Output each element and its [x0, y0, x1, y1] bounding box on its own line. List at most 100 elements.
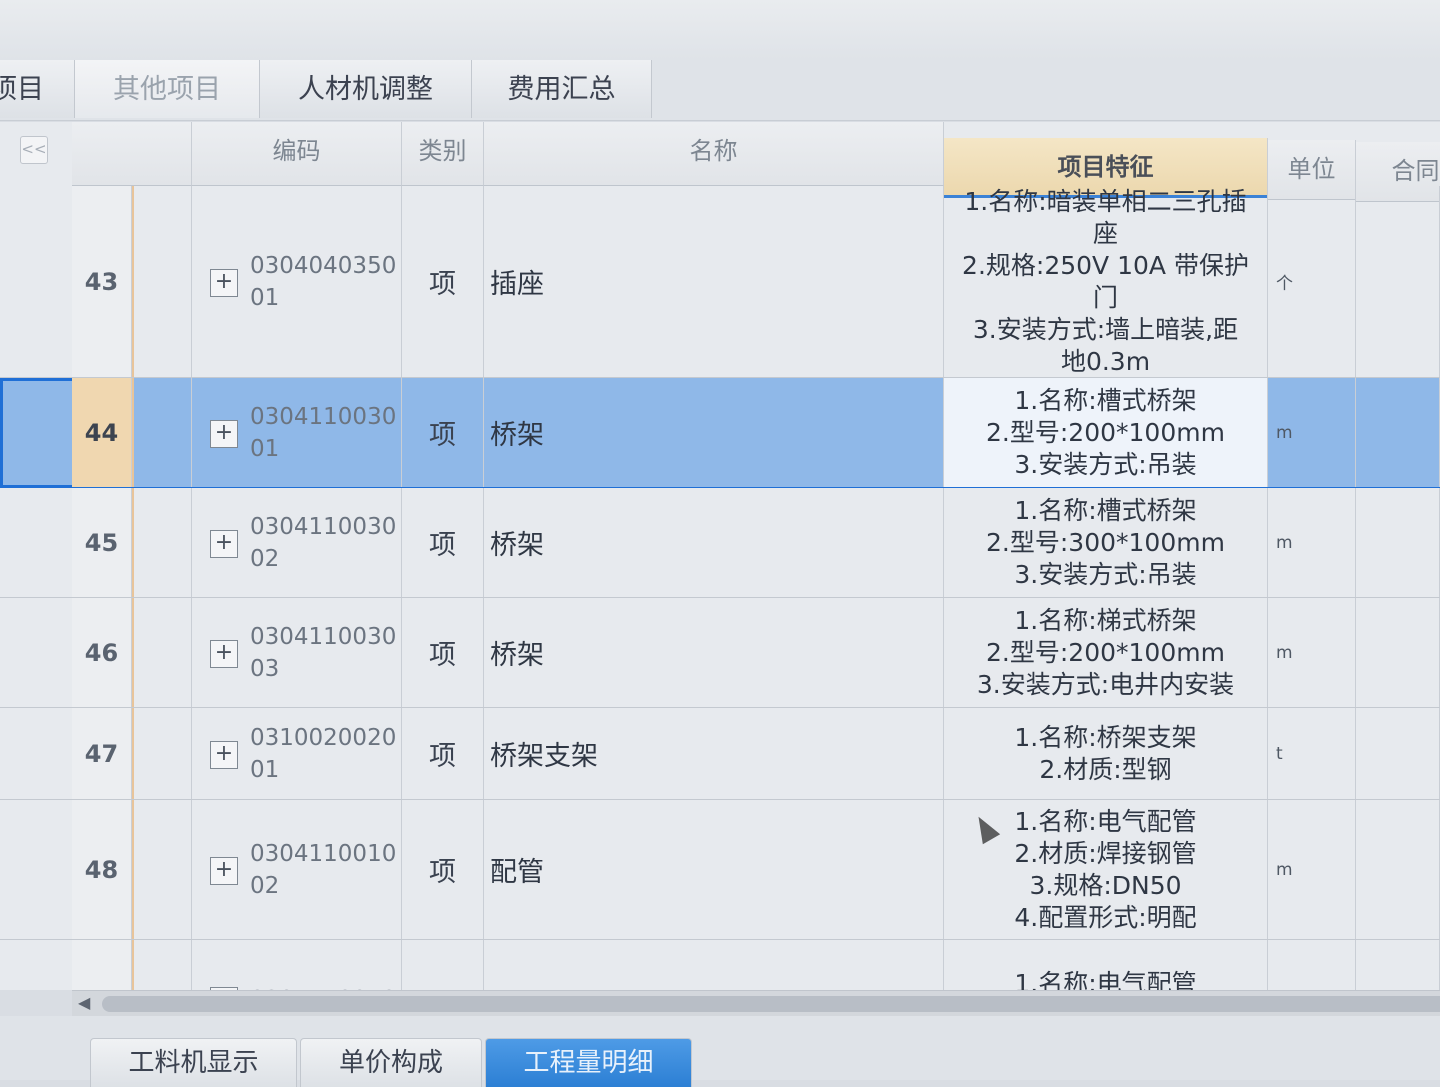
row-number: 45	[72, 488, 132, 597]
type-cell[interactable]: 项	[402, 598, 484, 707]
feature-line: 2.型号:200*100mm	[986, 417, 1225, 447]
feature-cell[interactable]: 1.名称:槽式桥架 2.型号:300*100mm 3.安装方式:吊装	[944, 488, 1268, 597]
feature-line: 3.安装方式:电井内安装	[976, 669, 1235, 699]
collapse-panel-button[interactable]: <<	[20, 136, 48, 164]
feature-cell[interactable]: 1.名称:电气配管2.材质:焊接钢管	[944, 940, 1268, 990]
row-marker-cell	[132, 378, 192, 487]
feature-cell[interactable]: 1.名称:槽式桥架 2.型号:200*100mm 3.安装方式:吊装	[944, 378, 1268, 487]
unit-cell[interactable]: m	[1268, 800, 1356, 939]
code-cell[interactable]: +0304040350 01	[192, 186, 402, 377]
table-row[interactable]: 44 +0304110030 01 项桥架 1.名称:槽式桥架 2.型号:200*100m…	[0, 378, 1440, 488]
tab-project[interactable]: 项目	[0, 60, 75, 118]
name-cell[interactable]	[484, 940, 944, 990]
code-part-2: 01	[250, 435, 280, 462]
feature-cell[interactable]: 1.名称:暗装单相二三孔插座 2.规格:250V 10A 带保护门 3.安装方式:墙…	[944, 186, 1268, 377]
scroll-left-icon[interactable]: ◀	[78, 993, 90, 1012]
scrollbar-thumb[interactable]	[102, 996, 1440, 1012]
tab-labor-material-adjust[interactable]: 人材机调整	[260, 60, 472, 118]
type-cell[interactable]: 项	[402, 186, 484, 377]
unit-cell[interactable]	[1268, 940, 1356, 990]
row-number: 44	[72, 378, 132, 487]
horizontal-scrollbar[interactable]: ◀	[72, 990, 1440, 1017]
code-cell[interactable]: +0304110010	[192, 940, 402, 990]
contract-cell[interactable]	[1356, 940, 1440, 990]
name-cell[interactable]: 桥架	[484, 378, 944, 487]
bill-items-grid: << 编码 类别 名称 项目特征 单位 合同 43 +0304040350 01 项插…	[0, 122, 1440, 990]
feature-line: 1.名称:暗装单相二三孔插	[964, 186, 1247, 216]
code-cell[interactable]: +0304110010 02	[192, 800, 402, 939]
name-cell[interactable]: 插座	[484, 186, 944, 377]
feature-line: 3.安装方式:吊装	[1014, 449, 1197, 479]
code-part-1: 0304110030	[250, 623, 397, 650]
feature-line: 2.材质:型钢	[1039, 754, 1172, 784]
expand-icon[interactable]: +	[210, 268, 238, 297]
name-cell[interactable]: 桥架	[484, 598, 944, 707]
table-row[interactable]: 45 +0304110030 02 项桥架 1.名称:槽式桥架 2.型号:300*100m…	[0, 488, 1440, 598]
name-cell[interactable]: 桥架支架	[484, 708, 944, 799]
feature-line: 3.规格:DN50	[1029, 870, 1182, 900]
unit-cell[interactable]: m	[1268, 598, 1356, 707]
table-row[interactable]: 47 +0310020020 01 项桥架支架 1.名称:桥架支架 2.材质:型钢 t	[0, 708, 1440, 800]
code-part-2: 01	[250, 284, 280, 311]
row-marker-cell	[132, 940, 192, 990]
code-cell[interactable]: +0304110030 02	[192, 488, 402, 597]
feature-line: 1.名称:电气配管	[1014, 806, 1197, 836]
unit-cell[interactable]: t	[1268, 708, 1356, 799]
feature-line: 3.安装方式:墙上暗装,距	[972, 314, 1239, 344]
expand-icon[interactable]: +	[210, 639, 238, 668]
code-cell[interactable]: +0310020020 01	[192, 708, 402, 799]
type-cell[interactable]: 项	[402, 708, 484, 799]
contract-cell[interactable]	[1356, 708, 1440, 799]
type-cell[interactable]: 项	[402, 378, 484, 487]
code-part-1: 0304110030	[250, 513, 397, 540]
type-cell[interactable]	[402, 940, 484, 990]
feature-line: 2.材质:焊接钢管	[1014, 838, 1197, 868]
contract-cell[interactable]	[1356, 488, 1440, 597]
header-type[interactable]: 类别	[402, 122, 484, 186]
code-part-2: 02	[250, 545, 280, 572]
feature-line: 2.规格:250V 10A 带保护	[962, 250, 1249, 280]
row-marker-cell	[132, 708, 192, 799]
feature-line: 2.型号:200*100mm	[986, 637, 1225, 667]
code-cell[interactable]: +0304110030 03	[192, 598, 402, 707]
header-index	[72, 122, 192, 186]
feature-cell[interactable]: 1.名称:梯式桥架 2.型号:200*100mm 3.安装方式:电井内安装	[944, 598, 1268, 707]
header-code[interactable]: 编码	[192, 122, 402, 186]
feature-cell[interactable]: 1.名称:桥架支架 2.材质:型钢	[944, 708, 1268, 799]
table-row[interactable]: +0304110010 1.名称:电气配管2.材质:焊接钢管	[0, 940, 1440, 990]
feature-line: 1.名称:槽式桥架	[1014, 385, 1197, 415]
expand-icon[interactable]: +	[210, 856, 238, 885]
contract-cell[interactable]	[1356, 598, 1440, 707]
row-marker-cell	[132, 800, 192, 939]
contract-cell[interactable]	[1356, 186, 1440, 377]
name-cell[interactable]: 桥架	[484, 488, 944, 597]
table-row[interactable]: 43 +0304040350 01 项插座 1.名称:暗装单相二三孔插座 2.规格:250…	[0, 186, 1440, 378]
unit-cell[interactable]: 个	[1268, 186, 1356, 377]
feature-line: 1.名称:电气配管	[1014, 968, 1197, 991]
unit-cell[interactable]: m	[1268, 378, 1356, 487]
detail-tab-bar: 工料机显示 单价构成 工程量明细	[0, 1016, 1440, 1087]
tab-other-items[interactable]: 其他项目	[75, 60, 260, 118]
row-number: 43	[72, 186, 132, 377]
code-part-2: 03	[250, 655, 280, 682]
type-cell[interactable]: 项	[402, 800, 484, 939]
code-part-1: 0310020020	[250, 724, 397, 751]
expand-icon[interactable]: +	[210, 740, 238, 769]
window-top-band	[0, 0, 1440, 60]
feature-line: 4.配置形式:明配	[1014, 902, 1197, 932]
table-row[interactable]: 48 +0304110010 02 项配管 1.名称:电气配管 2.材质:焊接钢管 3.规格…	[0, 800, 1440, 940]
row-number: 47	[72, 708, 132, 799]
expand-icon[interactable]: +	[210, 529, 238, 558]
unit-cell[interactable]: m	[1268, 488, 1356, 597]
feature-line: 1.名称:桥架支架	[1014, 722, 1197, 752]
header-name[interactable]: 名称	[484, 122, 944, 186]
tab-cost-summary[interactable]: 费用汇总	[472, 60, 652, 118]
name-cell[interactable]: 配管	[484, 800, 944, 939]
row-number: 48	[72, 800, 132, 939]
code-cell[interactable]: +0304110030 01	[192, 378, 402, 487]
table-row[interactable]: 46 +0304110030 03 项桥架 1.名称:梯式桥架 2.型号:200*100m…	[0, 598, 1440, 708]
expand-icon[interactable]: +	[210, 419, 238, 448]
type-cell[interactable]: 项	[402, 488, 484, 597]
contract-cell[interactable]	[1356, 800, 1440, 939]
contract-cell[interactable]	[1356, 378, 1440, 487]
